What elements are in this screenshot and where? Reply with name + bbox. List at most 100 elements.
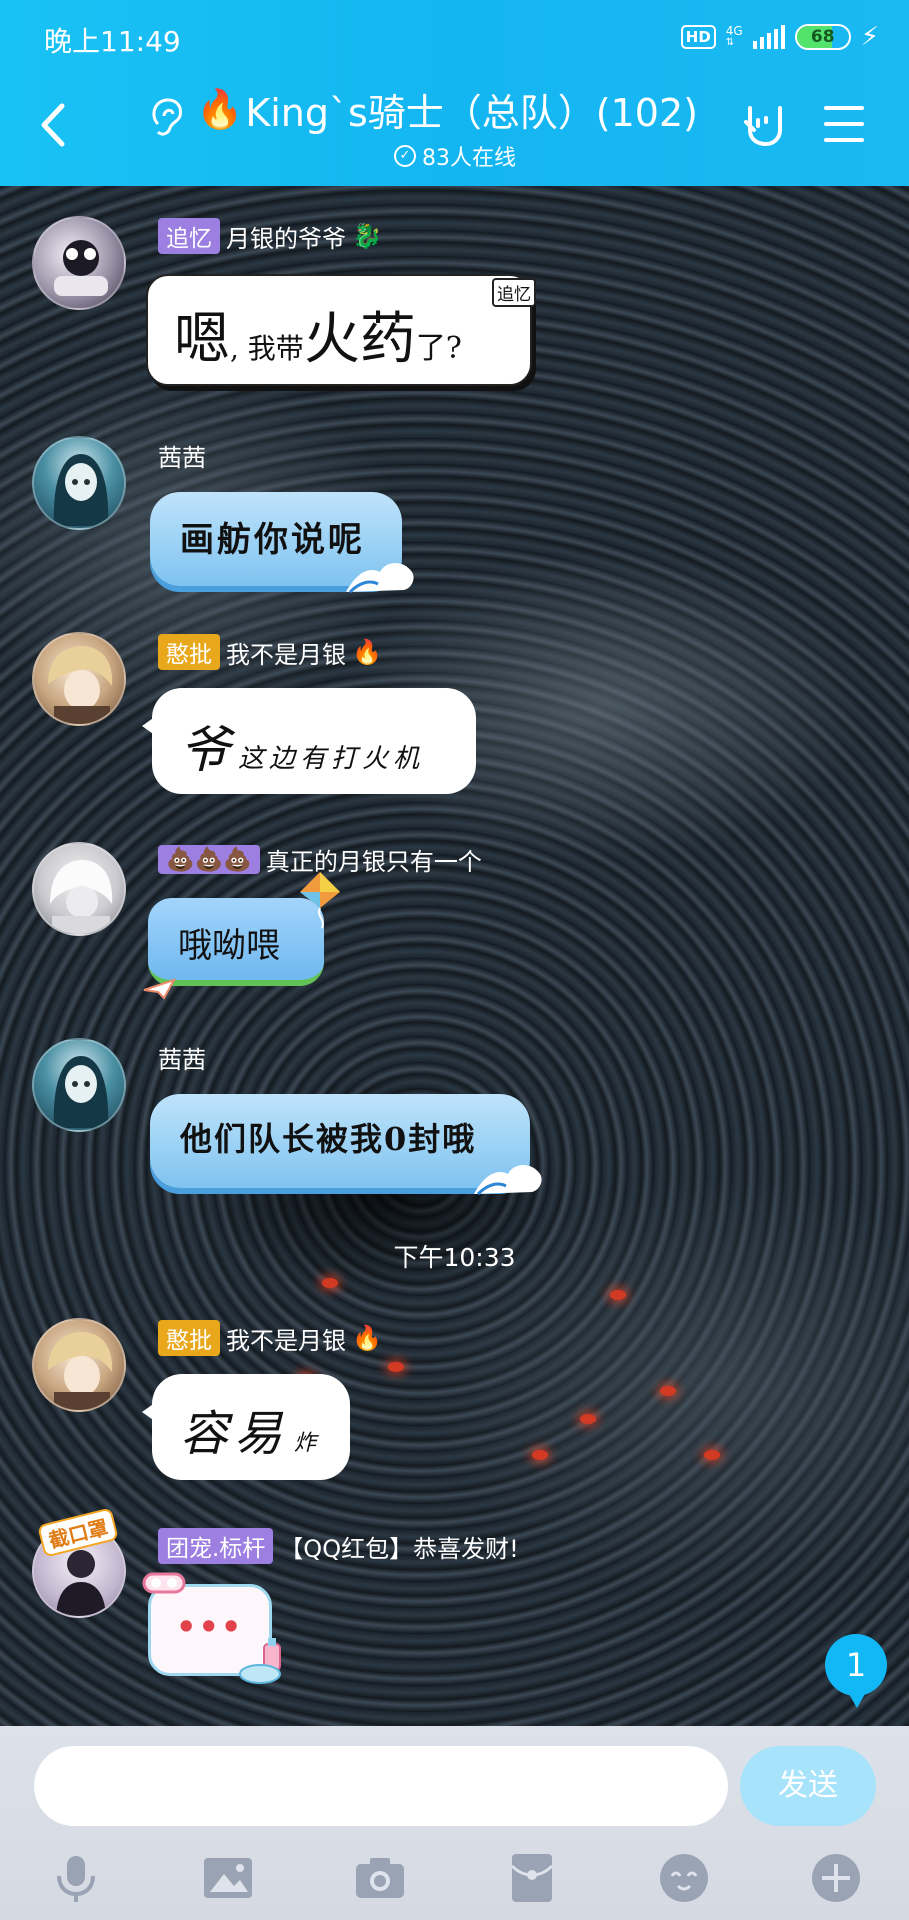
- sender-name[interactable]: 我不是月银: [226, 635, 346, 670]
- sender-row: 团宠.标杆 【QQ红包】恭喜发财!: [158, 1528, 519, 1564]
- message-text-part: 嗯: [174, 307, 230, 372]
- message-text-part: 火药: [303, 307, 416, 372]
- voice-button[interactable]: [48, 1850, 104, 1906]
- avatar-image: [48, 646, 113, 724]
- message-bubble[interactable]: •••: [142, 1572, 281, 1684]
- chat-message-list[interactable]: 追忆 月银的爷爷 🐉 嗯 , 我带 火药 了? 追忆 茜茜 画舫你说呢 憨批 我…: [0, 186, 909, 1726]
- sender-name[interactable]: 【QQ红包】恭喜发财!: [279, 1529, 518, 1564]
- background-ember: [388, 1362, 404, 1372]
- avatar[interactable]: [32, 436, 126, 530]
- background-ember: [322, 1278, 338, 1288]
- message-bubble[interactable]: 哦呦喂: [143, 872, 340, 1000]
- rock-hand-icon: [744, 106, 782, 147]
- input-bar: 发送: [0, 1726, 909, 1920]
- input-toolbar: [0, 1838, 909, 1918]
- menu-line: [824, 106, 864, 110]
- member-tag: 💩💩💩: [158, 845, 260, 874]
- send-button[interactable]: 发送: [740, 1746, 876, 1826]
- message-bubble[interactable]: 爷 这边有打火机: [142, 688, 476, 794]
- plus-icon: [812, 1854, 860, 1902]
- background-ember: [532, 1450, 548, 1460]
- wave-decoration-icon: [474, 1165, 542, 1196]
- background-ember: [704, 1450, 720, 1460]
- sender-row: 憨批 我不是月银 🔥: [158, 1320, 382, 1356]
- sender-name[interactable]: 我不是月银: [226, 1321, 346, 1356]
- avatar-image: [50, 860, 113, 934]
- chat-title[interactable]: 🔥 King`s骑士（总队）(102): [196, 84, 698, 135]
- more-button[interactable]: [808, 1850, 864, 1906]
- image-icon: [204, 1858, 252, 1898]
- chat-header: 晚上11:49 HD 4G ⇅ 68 ⚡ 🔥 King`s骑士（总队）(102)…: [0, 0, 909, 186]
- network-icon: 4G ⇅: [725, 24, 743, 48]
- message-text: 炸: [294, 1431, 317, 1456]
- avatar[interactable]: [32, 1038, 126, 1132]
- menu-line: [824, 138, 864, 142]
- avatar[interactable]: [32, 1318, 126, 1412]
- background-ember: [580, 1414, 596, 1424]
- time-divider: 下午10:33: [393, 1243, 516, 1272]
- back-button[interactable]: [34, 100, 74, 150]
- background-ember: [660, 1386, 676, 1396]
- message-text-large: 爷: [180, 721, 230, 779]
- emoji-button[interactable]: [656, 1850, 712, 1906]
- camera-icon: [356, 1858, 404, 1898]
- earpiece-mode-button[interactable]: [146, 94, 186, 138]
- sender-row: 憨批 我不是月银 🔥: [158, 634, 382, 670]
- fire-icon: 🔥: [352, 638, 382, 666]
- avatar[interactable]: [32, 632, 126, 726]
- online-count[interactable]: ✓ 83人在线: [394, 140, 516, 172]
- message-text-part: 了?: [415, 331, 462, 366]
- hd-icon: HD: [680, 25, 716, 49]
- sender-name[interactable]: 月银的爷爷: [226, 219, 346, 254]
- charging-icon: ⚡: [860, 22, 879, 52]
- kite-icon: [300, 872, 340, 929]
- sender-row: 茜茜: [158, 1040, 206, 1075]
- avatar-image: [53, 1056, 109, 1128]
- ear-icon: [152, 98, 182, 136]
- message-text-part: , 我带: [230, 332, 304, 365]
- member-tag: 憨批: [158, 1320, 220, 1356]
- message-bubble[interactable]: 画舫你说呢: [150, 492, 414, 594]
- image-button[interactable]: [200, 1850, 256, 1906]
- hand-gesture-button[interactable]: [740, 100, 788, 148]
- camera-button[interactable]: [352, 1850, 408, 1906]
- unread-count-badge[interactable]: 1: [825, 1634, 887, 1708]
- menu-line: [824, 122, 864, 126]
- sender-row: 茜茜: [158, 438, 206, 473]
- message-bubble[interactable]: 他们队长被我0封哦: [150, 1094, 542, 1196]
- red-packet-icon: [510, 1854, 554, 1902]
- message-text: •••: [176, 1608, 244, 1646]
- message-text: 他们队长被我0封哦: [180, 1120, 477, 1158]
- emoji-icon: [660, 1854, 708, 1902]
- paper-plane-icon: [143, 978, 176, 1000]
- fire-icon: 🔥: [352, 1324, 382, 1352]
- group-name: King`s骑士（总队）(102): [245, 90, 698, 135]
- avatar-image: [48, 1332, 113, 1410]
- message-bubble[interactable]: 嗯 , 我带 火药 了? 追忆: [146, 274, 536, 386]
- battery-percent: 68: [810, 27, 835, 47]
- avatar[interactable]: [32, 216, 126, 310]
- message-bubble[interactable]: 容易 炸: [142, 1374, 350, 1480]
- message-text: 画舫你说呢: [180, 520, 365, 560]
- goggles-icon: [142, 1572, 186, 1594]
- mic-icon: [57, 1856, 95, 1902]
- bath-bottle-icon: [239, 1638, 281, 1684]
- message-text: 这边有打火机: [238, 744, 425, 774]
- avatar[interactable]: [32, 842, 126, 936]
- network-label: 4G: [725, 24, 743, 38]
- member-tag: 憨批: [158, 634, 220, 670]
- menu-button[interactable]: [824, 106, 864, 142]
- message-input[interactable]: [34, 1746, 728, 1826]
- red-packet-button[interactable]: [504, 1850, 560, 1906]
- member-tag: 追忆: [158, 218, 220, 254]
- message-text-large: 容易: [180, 1406, 289, 1462]
- fire-icon: 🔥: [196, 86, 244, 131]
- message-text: 哦呦喂: [178, 926, 280, 966]
- sender-name[interactable]: 茜茜: [158, 438, 206, 473]
- dragon-icon: 🐉: [352, 222, 382, 250]
- signal-icon: [752, 25, 785, 49]
- back-arrow-icon: [41, 103, 65, 147]
- sender-name[interactable]: 茜茜: [158, 1040, 206, 1075]
- status-time: 晚上11:49: [44, 25, 181, 58]
- background-ember: [610, 1290, 626, 1300]
